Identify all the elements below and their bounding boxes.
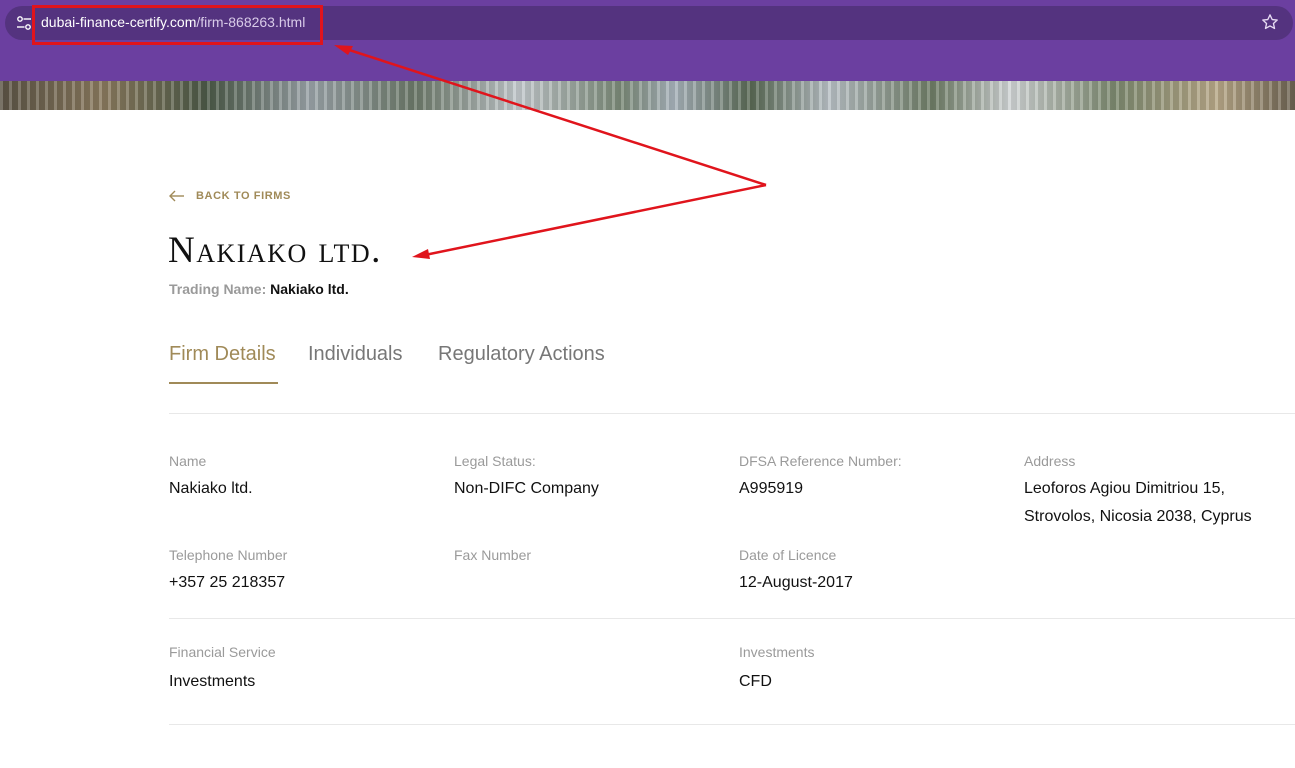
field-value: Leoforos Agiou Dimitriou 15, Strovolos, … bbox=[1024, 475, 1252, 531]
field-label: Financial Service bbox=[169, 644, 276, 660]
field-investments: Investments CFD bbox=[739, 644, 814, 696]
field-value: CFD bbox=[739, 673, 772, 690]
field-label: Address bbox=[1024, 453, 1076, 469]
arrow-left-icon bbox=[169, 190, 184, 202]
browser-toolbar: dubai-finance-certify.com/firm-868263.ht… bbox=[0, 0, 1295, 81]
field-telephone: Telephone Number +357 25 218357 bbox=[169, 547, 287, 597]
field-address: Address Leoforos Agiou Dimitriou 15, Str… bbox=[1024, 453, 1252, 531]
field-label: Date of Licence bbox=[739, 547, 837, 563]
active-tab-indicator bbox=[169, 382, 278, 384]
back-link-label: BACK TO FIRMS bbox=[196, 190, 291, 202]
arrowhead-title-icon bbox=[412, 249, 430, 259]
tab-regulatory-actions[interactable]: Regulatory Actions bbox=[438, 343, 605, 366]
field-value: +357 25 218357 bbox=[169, 574, 286, 591]
field-value: Investments bbox=[169, 673, 256, 690]
hero-banner-image bbox=[0, 81, 1295, 110]
divider bbox=[169, 724, 1295, 725]
annotation-line-to-title bbox=[419, 183, 767, 258]
url-highlight-box bbox=[32, 5, 323, 45]
address-line-2: Strovolos, Nicosia 2038, Cyprus bbox=[1024, 508, 1252, 525]
page-title: Nakiako ltd. bbox=[168, 230, 382, 271]
field-label: Legal Status: bbox=[454, 453, 536, 469]
field-label: Fax Number bbox=[454, 547, 532, 563]
divider bbox=[169, 413, 1295, 414]
trading-name-value: Nakiako ltd. bbox=[270, 281, 349, 297]
field-label: Telephone Number bbox=[169, 547, 288, 563]
field-label: DFSA Reference Number: bbox=[739, 453, 902, 469]
field-legal-status: Legal Status: Non-DIFC Company bbox=[454, 453, 599, 503]
field-label: Investments bbox=[739, 644, 815, 660]
field-dfsa-reference: DFSA Reference Number: A995919 bbox=[739, 453, 902, 503]
divider bbox=[169, 618, 1295, 619]
field-value: A995919 bbox=[739, 480, 804, 497]
field-financial-service: Financial Service Investments bbox=[169, 644, 276, 696]
site-settings-icon[interactable] bbox=[16, 15, 32, 31]
bookmark-star-icon[interactable] bbox=[1261, 13, 1279, 31]
field-label: Name bbox=[169, 453, 207, 469]
tab-individuals[interactable]: Individuals bbox=[308, 343, 403, 366]
trading-name-label: Trading Name: bbox=[169, 281, 267, 297]
field-licence-date: Date of Licence 12-August-2017 bbox=[739, 547, 853, 597]
address-line-1: Leoforos Agiou Dimitriou 15, bbox=[1024, 480, 1225, 497]
tab-firm-details[interactable]: Firm Details bbox=[169, 343, 276, 366]
field-fax: Fax Number bbox=[454, 547, 531, 569]
field-value: Non-DIFC Company bbox=[454, 480, 599, 497]
field-value: Nakiako ltd. bbox=[169, 480, 253, 497]
trading-name: Trading Name: Nakiako ltd. bbox=[169, 281, 349, 297]
field-name: Name Nakiako ltd. bbox=[169, 453, 253, 503]
back-to-firms-link[interactable]: BACK TO FIRMS bbox=[169, 189, 291, 203]
field-value: 12-August-2017 bbox=[739, 574, 853, 591]
